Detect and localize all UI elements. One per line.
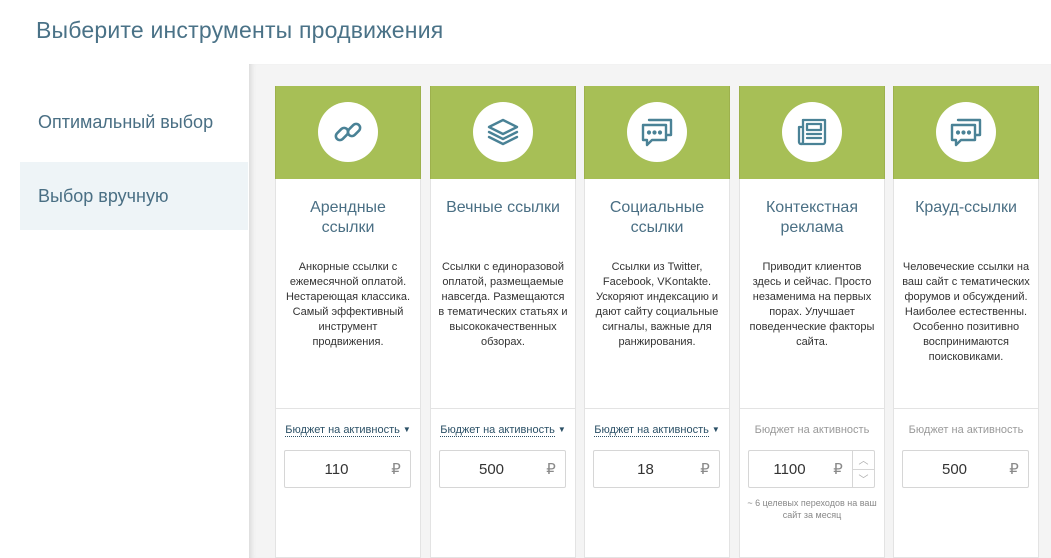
- tool-card-eternal-links[interactable]: Вечные ссылки Ссылки с единоразовой опла…: [430, 86, 576, 558]
- ruble-icon: ₽: [391, 461, 401, 478]
- budget-input[interactable]: 1100 ₽ ︿ ﹀: [748, 450, 875, 488]
- budget-value: 110: [324, 460, 349, 478]
- ruble-icon: ₽: [1009, 461, 1019, 478]
- caret-down-icon: ▼: [557, 425, 566, 434]
- budget-estimate-note: ~ 6 целевых переходов на ваш сайт за мес…: [747, 498, 877, 520]
- budget-input[interactable]: 500 ₽: [902, 450, 1029, 488]
- menu-item-manual[interactable]: Выбор вручную: [20, 162, 248, 230]
- ruble-icon: ₽: [546, 461, 556, 478]
- tool-card-contextual-ads[interactable]: Контекстная реклама Приводит клиентов зд…: [739, 86, 885, 558]
- card-description: Человеческие ссылки на ваш сайт с темати…: [902, 261, 1030, 363]
- chat-icon: [627, 102, 687, 162]
- budget-dropdown[interactable]: Бюджет на активность ▼: [431, 424, 575, 437]
- link-icon: [318, 102, 378, 162]
- budget-section: Бюджет на активность 1100 ₽ ︿ ﹀ ~ 6 целе…: [740, 408, 884, 558]
- newspaper-icon: [782, 102, 842, 162]
- menu-item-optimal[interactable]: Оптимальный выбор: [20, 88, 248, 156]
- budget-dropdown[interactable]: Бюджет на активность ▼: [585, 424, 729, 437]
- card-title: Крауд-ссылки: [915, 199, 1017, 216]
- chevron-down-icon[interactable]: ﹀: [853, 468, 874, 488]
- budget-value: 18: [637, 460, 654, 478]
- budget-value: 1100: [773, 460, 806, 478]
- budget-input[interactable]: 500 ₽: [439, 450, 566, 488]
- budget-dropdown[interactable]: Бюджет на активность ▼: [276, 424, 420, 437]
- layers-icon: [473, 102, 533, 162]
- budget-label: Бюджет на активность: [754, 424, 870, 436]
- card-description: Анкорные ссылки с ежемесячной оплатой. Н…: [285, 261, 411, 348]
- card-description: Приводит клиентов здесь и сейчас. Просто…: [749, 261, 875, 348]
- caret-down-icon: ▼: [402, 425, 411, 434]
- card-header: [275, 86, 421, 179]
- budget-section: Бюджет на активность ▼ 18 ₽: [585, 408, 729, 558]
- budget-label: Бюджет на активность: [594, 424, 709, 437]
- budget-label: Бюджет на активность: [908, 424, 1024, 436]
- budget-section: Бюджет на активность ▼ 500 ₽: [431, 408, 575, 558]
- chat-icon: [936, 102, 996, 162]
- card-title: Контекстная реклама: [765, 199, 858, 236]
- card-title: Арендные ссылки: [310, 199, 386, 236]
- card-description: Ссылки из Twitter, Facebook, VKontakte. …: [595, 261, 719, 348]
- card-title: Социальные ссылки: [609, 199, 705, 236]
- budget-input[interactable]: 18 ₽: [593, 450, 720, 488]
- page-title: Выберите инструменты продвижения: [36, 17, 444, 43]
- card-header: [584, 86, 730, 179]
- card-header: [739, 86, 885, 179]
- chevron-up-icon[interactable]: ︿: [853, 451, 874, 469]
- budget-stepper[interactable]: ︿ ﹀: [852, 451, 874, 487]
- tool-card-rental-links[interactable]: Арендные ссылки Анкорные ссылки с ежемес…: [275, 86, 421, 558]
- budget-input[interactable]: 110 ₽: [284, 450, 411, 488]
- tool-card-crowd-links[interactable]: Крауд-ссылки Человеческие ссылки на ваш …: [893, 86, 1039, 558]
- side-menu: Оптимальный выбор Выбор вручную: [20, 88, 248, 230]
- budget-value: 500: [941, 460, 968, 478]
- card-header: [893, 86, 1039, 179]
- budget-label: Бюджет на активность: [285, 424, 400, 437]
- budget-section: Бюджет на активность 500 ₽: [894, 408, 1038, 558]
- ruble-icon: ₽: [700, 461, 710, 478]
- caret-down-icon: ▼: [711, 425, 720, 434]
- ruble-icon: ₽: [833, 461, 843, 478]
- card-header: [430, 86, 576, 179]
- budget-section: Бюджет на активность ▼ 110 ₽: [276, 408, 420, 558]
- budget-label-static: Бюджет на активность: [740, 424, 884, 436]
- card-description: Ссылки с единоразовой оплатой, размещаем…: [438, 261, 568, 348]
- budget-label: Бюджет на активность: [440, 424, 555, 437]
- budget-label-static: Бюджет на активность: [894, 424, 1038, 436]
- card-title: Вечные ссылки: [446, 199, 560, 216]
- tool-card-social-links[interactable]: Социальные ссылки Ссылки из Twitter, Fac…: [584, 86, 730, 558]
- budget-value: 500: [478, 460, 505, 478]
